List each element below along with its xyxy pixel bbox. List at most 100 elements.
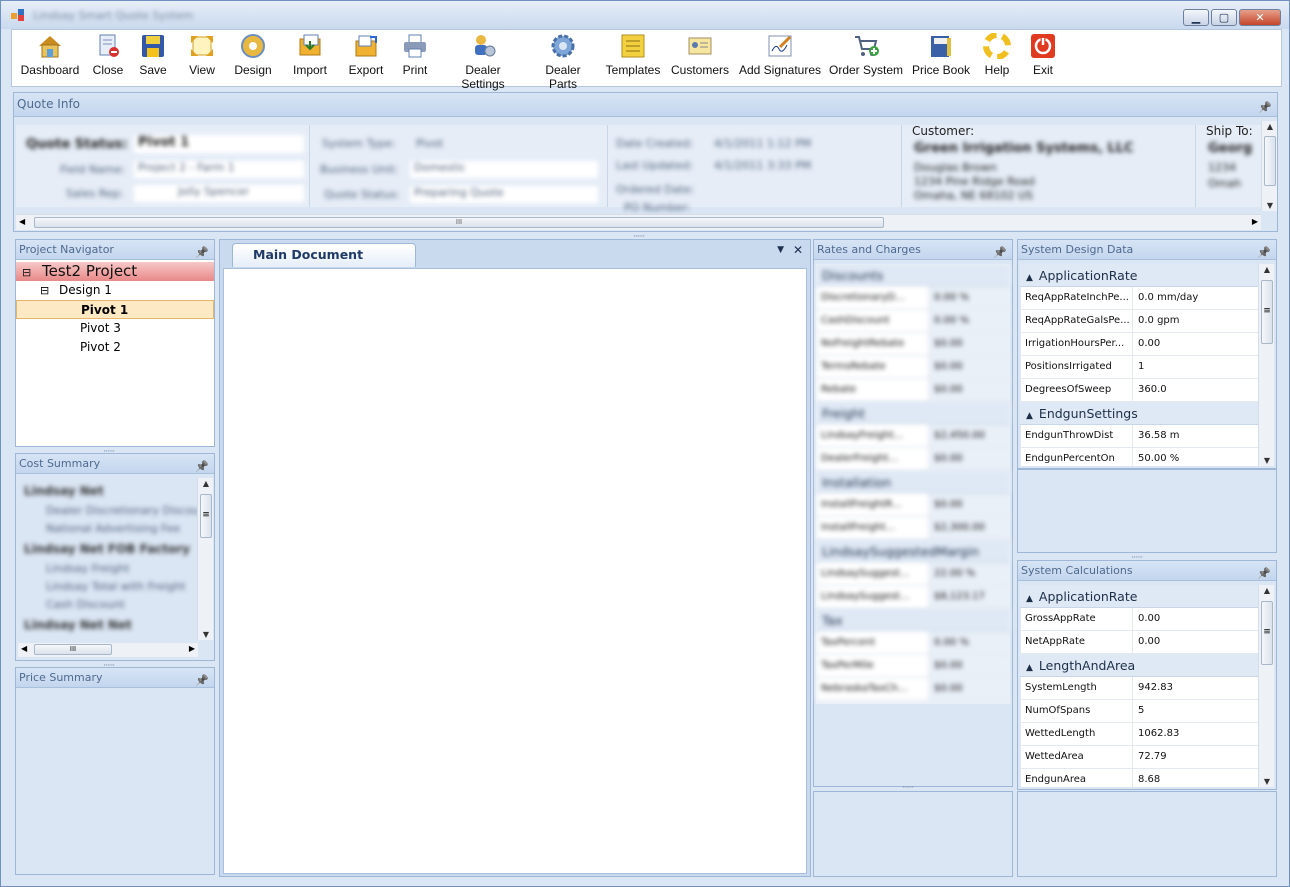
- toolbar-help-button[interactable]: Help: [980, 33, 1014, 85]
- pin-icon[interactable]: 📌: [1257, 243, 1271, 262]
- toolbar-add-signatures-button[interactable]: Add Signatures: [738, 33, 822, 85]
- property-row[interactable]: EndgunPercentOn 50.00 %: [1020, 448, 1258, 466]
- property-row[interactable]: PositionsIrrigated 1: [1020, 356, 1258, 379]
- property-value[interactable]: $0.00: [929, 655, 1010, 677]
- pin-icon[interactable]: 📌: [195, 457, 209, 476]
- scroll-thumb[interactable]: ≡: [1261, 280, 1273, 344]
- property-row[interactable]: InstallFreight... $2,300.00: [816, 517, 1010, 540]
- toolbar-templates-button[interactable]: Templates: [604, 33, 662, 85]
- property-row[interactable]: NetAppRate 0.00: [1020, 631, 1258, 654]
- toolbar-price-book-button[interactable]: Price Book: [910, 33, 972, 85]
- property-row[interactable]: ReqAppRateInchPe... 0.0 mm/day: [1020, 287, 1258, 310]
- property-value[interactable]: $2,300.00: [929, 517, 1010, 539]
- field-name-input[interactable]: Project 2 - Farm 1: [134, 161, 304, 178]
- property-row[interactable]: TaxPercent 0.00 %: [816, 632, 1010, 655]
- property-row[interactable]: EndgunArea 8.68: [1020, 769, 1258, 787]
- scroll-left-arrow[interactable]: ◀: [21, 644, 27, 653]
- property-row[interactable]: CashDiscount 0.00 %: [816, 310, 1010, 333]
- scroll-thumb[interactable]: III: [34, 217, 884, 228]
- splitter-grip[interactable]: ······: [1131, 553, 1143, 563]
- scroll-up-arrow[interactable]: ▲: [198, 479, 214, 488]
- property-row[interactable]: ReqAppRateGalsPe... 0.0 gpm: [1020, 310, 1258, 333]
- toolbar-dealer-settings-button[interactable]: Dealer Settings: [442, 33, 524, 91]
- property-row[interactable]: DegreesOfSweep 360.0: [1020, 379, 1258, 402]
- scroll-up-arrow[interactable]: ▲: [1259, 586, 1275, 595]
- quote-status-value[interactable]: Pivot 1: [134, 135, 304, 153]
- property-category[interactable]: ▲ LengthAndArea: [1020, 654, 1258, 677]
- property-value[interactable]: 5: [1133, 700, 1258, 722]
- tab-close-icon[interactable]: ✕: [793, 243, 803, 257]
- property-category[interactable]: Freight: [816, 402, 1010, 425]
- scroll-up-arrow[interactable]: ▲: [1259, 265, 1275, 274]
- property-row[interactable]: LindsayFreight... $2,450.00: [816, 425, 1010, 448]
- property-value[interactable]: 1: [1133, 356, 1258, 378]
- property-row[interactable]: SystemLength 942.83: [1020, 677, 1258, 700]
- property-value[interactable]: 0.00: [1133, 608, 1258, 630]
- scroll-down-arrow[interactable]: ▼: [198, 630, 214, 639]
- toolbar-import-button[interactable]: Import: [288, 33, 332, 85]
- pin-icon[interactable]: 📌: [195, 671, 209, 690]
- tree-node-project[interactable]: ⊟ Test2 Project: [16, 262, 214, 281]
- property-row[interactable]: LindsaySuggest... $8,123.17: [816, 586, 1010, 609]
- toolbar-close-button[interactable]: Close: [88, 33, 128, 85]
- collapse-toggle[interactable]: ⊟: [22, 266, 31, 279]
- property-value[interactable]: 0.00: [1133, 333, 1258, 355]
- property-value[interactable]: 0.00 %: [929, 287, 1010, 309]
- toolbar-dashboard-button[interactable]: Dashboard: [18, 33, 82, 85]
- property-category[interactable]: Discounts: [816, 264, 1010, 287]
- business-unit-select[interactable]: Domestic: [410, 161, 598, 178]
- tree-node-pivot[interactable]: Pivot 3: [16, 319, 214, 338]
- property-row[interactable]: NebraskaTaxCh... $0.00: [816, 678, 1010, 701]
- property-value[interactable]: $8,123.17: [929, 586, 1010, 608]
- property-row[interactable]: NoFreightRebate $0.00: [816, 333, 1010, 356]
- calculations-grid-vertical-scrollbar[interactable]: ▲ ≡ ▼: [1258, 585, 1274, 787]
- property-category[interactable]: LindsaySuggestedMargin: [816, 540, 1010, 563]
- scroll-thumb[interactable]: [1264, 136, 1276, 186]
- quote-status-select[interactable]: Preparing Quote: [410, 186, 598, 203]
- property-category[interactable]: Tax: [816, 609, 1010, 632]
- property-category[interactable]: ▲ EndgunSettings: [1020, 402, 1258, 425]
- property-row[interactable]: IrrigationHoursPer... 0.00: [1020, 333, 1258, 356]
- tree-node-pivot-selected[interactable]: Pivot 1: [16, 300, 214, 319]
- property-row[interactable]: Rebate $0.00: [816, 379, 1010, 402]
- property-value[interactable]: 0.00: [1133, 631, 1258, 653]
- cost-summary-horizontal-scrollbar[interactable]: ◀ III ▶: [18, 643, 198, 657]
- scroll-down-arrow[interactable]: ▼: [1259, 456, 1275, 465]
- quote-info-horizontal-scrollbar[interactable]: ◀ III ▶: [16, 214, 1261, 230]
- scroll-thumb[interactable]: ≡: [1261, 601, 1273, 665]
- property-row[interactable]: LindsaySuggest... 22.00 %: [816, 563, 1010, 586]
- property-value[interactable]: $0.00: [929, 448, 1010, 470]
- splitter-grip[interactable]: ······: [103, 661, 115, 671]
- scroll-up-arrow[interactable]: ▲: [1262, 122, 1278, 131]
- sales-rep-input[interactable]: Jolly Spencer: [134, 185, 304, 202]
- toolbar-print-button[interactable]: Print: [398, 33, 432, 85]
- property-value[interactable]: 8.68: [1133, 769, 1258, 787]
- tab-list-dropdown-icon[interactable]: ▼: [777, 245, 784, 255]
- toolbar-order-system-button[interactable]: Order System: [828, 33, 904, 85]
- property-value[interactable]: 50.00 %: [1133, 448, 1258, 466]
- property-value[interactable]: 0.0 mm/day: [1133, 287, 1258, 309]
- pin-icon[interactable]: 📌: [1258, 96, 1272, 119]
- property-row[interactable]: NumOfSpans 5: [1020, 700, 1258, 723]
- toolbar-dealer-parts-button[interactable]: Dealer Parts: [530, 33, 596, 91]
- property-value[interactable]: 72.79: [1133, 746, 1258, 768]
- pin-icon[interactable]: 📌: [1257, 564, 1271, 583]
- toolbar-view-button[interactable]: View: [184, 33, 220, 85]
- property-row[interactable]: EndgunThrowDist 36.58 m: [1020, 425, 1258, 448]
- minimize-button[interactable]: ▁: [1183, 9, 1209, 26]
- cost-summary-vertical-scrollbar[interactable]: ▲ ≡ ▼: [197, 478, 213, 640]
- collapse-icon[interactable]: ▲: [1026, 273, 1033, 283]
- property-value[interactable]: $0.00: [929, 356, 1010, 378]
- scroll-right-arrow[interactable]: ▶: [1252, 217, 1258, 226]
- property-value[interactable]: 0.00 %: [929, 310, 1010, 332]
- property-value[interactable]: $2,450.00: [929, 425, 1010, 447]
- tab-main-document-window[interactable]: Main Document Window: [232, 243, 416, 284]
- toolbar-design-button[interactable]: Design: [232, 33, 274, 85]
- property-value[interactable]: 0.0 gpm: [1133, 310, 1258, 332]
- splitter-grip[interactable]: ······: [103, 447, 115, 457]
- property-value[interactable]: $0.00: [929, 494, 1010, 516]
- property-category[interactable]: ▲ ApplicationRate: [1020, 585, 1258, 608]
- property-value[interactable]: 942.83: [1133, 677, 1258, 699]
- property-row[interactable]: InstallFreightR... $0.00: [816, 494, 1010, 517]
- toolbar-exit-button[interactable]: Exit: [1028, 33, 1058, 85]
